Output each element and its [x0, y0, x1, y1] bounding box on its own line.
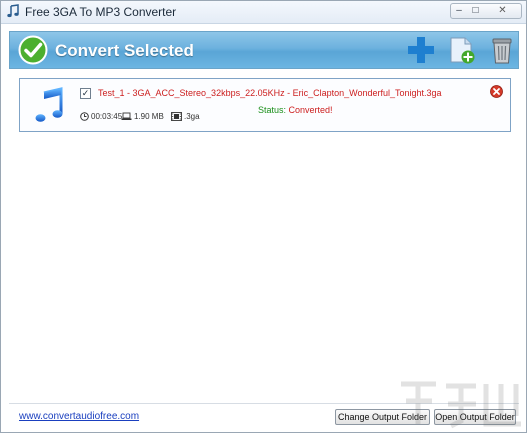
laptop-icon	[121, 112, 132, 120]
watermark-logo	[401, 381, 521, 429]
file-list[interactable]: ✓ Test_1 - 3GA_ACC_Stereo_32kbps_22.05KH…	[9, 73, 519, 399]
music-note-app-icon	[7, 4, 19, 18]
close-button[interactable]: ✕	[484, 3, 522, 19]
trash-icon[interactable]	[487, 35, 517, 65]
clock-icon	[80, 112, 89, 121]
format-value: .3ga	[184, 112, 200, 121]
size-value: 1.90 MB	[134, 112, 164, 121]
format-info: .3ga	[171, 112, 200, 121]
file-name: Test_1 - 3GA_ACC_Stereo_32kbps_22.05KHz …	[98, 88, 442, 98]
convert-selected-button[interactable]: Convert Selected	[55, 41, 194, 61]
window-title: Free 3GA To MP3 Converter	[25, 5, 177, 19]
music-note-icon	[35, 87, 63, 122]
film-icon	[171, 112, 182, 121]
remove-file-icon[interactable]	[490, 85, 503, 98]
status-label: Status:	[258, 105, 289, 115]
list-item[interactable]: ✓ Test_1 - 3GA_ACC_Stereo_32kbps_22.05KH…	[19, 78, 511, 132]
duration-value: 00:03:45	[91, 112, 123, 121]
maximize-button[interactable]: □	[467, 3, 485, 19]
check-circle-icon[interactable]	[18, 35, 48, 65]
title-bar[interactable]: Free 3GA To MP3 Converter – □ ✕	[1, 1, 526, 24]
minimize-button[interactable]: –	[450, 3, 468, 19]
status-text: Status: Converted!	[258, 105, 333, 115]
duration-info: 00:03:45	[80, 112, 122, 121]
toolbar-header: Convert Selected	[9, 31, 519, 69]
status-value: Converted!	[288, 105, 333, 115]
add-plus-icon[interactable]	[406, 35, 436, 65]
app-window: Free 3GA To MP3 Converter – □ ✕ Convert …	[0, 0, 527, 433]
size-info: 1.90 MB	[121, 112, 164, 121]
file-checkbox[interactable]: ✓	[80, 88, 91, 99]
add-folder-icon[interactable]	[447, 35, 477, 65]
website-link[interactable]: www.convertaudiofree.com	[19, 411, 139, 422]
